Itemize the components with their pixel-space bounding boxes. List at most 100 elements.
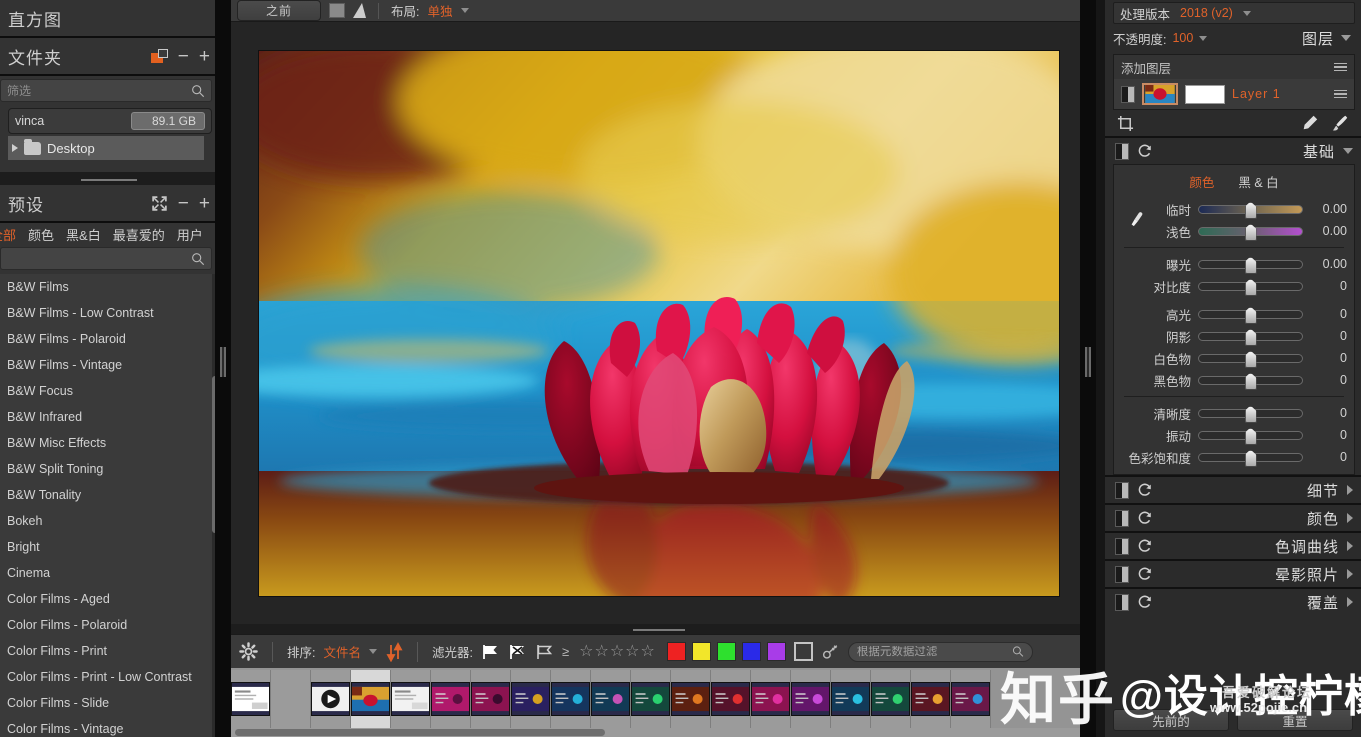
chevron-left-icon[interactable] (1347, 513, 1353, 523)
star-icon[interactable]: ☆ (625, 643, 639, 660)
star-icon[interactable]: ☆ (610, 643, 624, 660)
chevron-down-icon[interactable] (369, 649, 377, 654)
grid-view-icon[interactable] (127, 196, 141, 210)
slider-track[interactable] (1198, 201, 1303, 219)
slider-track[interactable] (1198, 449, 1303, 467)
gear-icon[interactable] (239, 642, 258, 661)
halftone-icon[interactable] (1121, 85, 1135, 103)
preset-search-input[interactable] (7, 251, 191, 266)
folder-filter-field[interactable] (0, 79, 212, 102)
preset-tab-2[interactable]: 黑&白 (66, 225, 101, 244)
mask-icon[interactable] (1185, 84, 1225, 104)
collapsed-panel-1[interactable]: 颜色 (1105, 503, 1361, 531)
list-item[interactable]: B&W Films - Vintage (0, 352, 218, 378)
folder-filter-input[interactable] (7, 83, 191, 98)
filmstrip-item[interactable] (511, 670, 551, 728)
reset-icon[interactable] (1137, 538, 1153, 554)
enable-toggle-icon[interactable] (1115, 142, 1129, 160)
filmstrip-item[interactable] (951, 670, 991, 728)
collection-icon[interactable] (150, 49, 168, 63)
slider-value[interactable]: 0 (1303, 307, 1347, 321)
key-icon[interactable] (821, 643, 840, 661)
layer-thumbnail[interactable] (1142, 83, 1178, 105)
slider-knob[interactable] (1244, 256, 1257, 274)
slider-value[interactable]: 0 (1303, 279, 1347, 293)
hamburger-icon[interactable] (1334, 89, 1347, 99)
slider-value[interactable]: 0 (1303, 351, 1347, 365)
slider-track[interactable] (1198, 256, 1303, 274)
rating-stars[interactable]: ☆ ☆ ☆ ☆ ☆ (579, 643, 655, 660)
presets-add-button[interactable]: + (199, 194, 210, 213)
slider-knob[interactable] (1244, 328, 1257, 346)
filmstrip-item[interactable] (751, 670, 791, 728)
list-item[interactable]: B&W Misc Effects (0, 430, 218, 456)
list-item[interactable]: B&W Focus (0, 378, 218, 404)
chevron-down-icon[interactable] (1341, 35, 1351, 41)
slider-value[interactable]: 0.00 (1303, 257, 1347, 271)
histogram-panel-header[interactable]: 直方图 (0, 0, 218, 36)
star-icon[interactable]: ☆ (579, 643, 593, 660)
sort-arrows-icon[interactable] (385, 641, 403, 662)
slider-track[interactable] (1198, 405, 1303, 423)
folder-item-desktop[interactable]: Desktop (8, 136, 204, 160)
filmstrip[interactable] (231, 668, 1087, 728)
list-item[interactable]: Color Films - Polaroid (0, 612, 218, 638)
collapsed-panel-0[interactable]: 细节 (1105, 475, 1361, 503)
filmstrip-item[interactable] (871, 670, 911, 728)
slider-knob[interactable] (1244, 201, 1257, 219)
filmstrip-resize-grip[interactable] (231, 624, 1087, 634)
presets-collapse-button[interactable]: − (178, 194, 189, 213)
sort-value[interactable]: 文件名 (323, 642, 361, 661)
slider-value[interactable]: 0 (1303, 329, 1347, 343)
slider-track[interactable] (1198, 427, 1303, 445)
slider-track[interactable] (1198, 223, 1303, 241)
enable-toggle-icon[interactable] (1115, 565, 1129, 583)
hamburger-icon[interactable] (1334, 62, 1347, 72)
chevron-left-icon[interactable] (1347, 569, 1353, 579)
chevron-left-icon[interactable] (1347, 541, 1353, 551)
slider-knob[interactable] (1244, 278, 1257, 296)
layer-name[interactable]: Layer 1 (1232, 87, 1281, 101)
collapse-all-button[interactable]: − (178, 47, 189, 66)
filmstrip-item[interactable] (231, 670, 271, 728)
slider-track[interactable] (1198, 372, 1303, 390)
slider-knob[interactable] (1244, 306, 1257, 324)
background-color-swatch[interactable] (329, 3, 346, 18)
previous-button[interactable]: 先前的 (1113, 709, 1229, 731)
chevron-right-icon[interactable] (12, 144, 18, 152)
filmstrip-item[interactable] (711, 670, 751, 728)
photo-stage[interactable] (231, 22, 1087, 624)
left-splitter[interactable] (215, 0, 231, 737)
chevron-left-icon[interactable] (1347, 597, 1353, 607)
color-swatch-3[interactable] (741, 642, 761, 661)
list-item[interactable]: Color Films - Print (0, 638, 218, 664)
filmstrip-item[interactable] (591, 670, 631, 728)
preset-tab-0[interactable]: 全部 (0, 225, 16, 244)
chevron-down-icon[interactable] (460, 8, 469, 13)
filmstrip-item[interactable] (671, 670, 711, 728)
star-icon[interactable]: ☆ (594, 643, 608, 660)
slider-knob[interactable] (1244, 350, 1257, 368)
presets-panel-header[interactable]: 预设 − + (0, 185, 218, 221)
mode-tab-0[interactable]: 颜色 (1189, 172, 1214, 191)
slider-knob[interactable] (1244, 449, 1257, 467)
flag-rejected-icon[interactable] (508, 644, 527, 660)
filmstrip-scrollbar[interactable] (231, 728, 1087, 737)
chevron-left-icon[interactable] (1347, 485, 1353, 495)
list-item[interactable]: Cinema (0, 560, 218, 586)
slider-track[interactable] (1198, 350, 1303, 368)
right-splitter[interactable] (1080, 0, 1096, 737)
filmstrip-item[interactable] (551, 670, 591, 728)
slider-knob[interactable] (1244, 427, 1257, 445)
filmstrip-item[interactable] (791, 670, 831, 728)
color-swatch-2[interactable] (716, 642, 736, 661)
process-version-row[interactable]: 处理版本 2018 (v2) (1113, 2, 1355, 24)
slider-track[interactable] (1198, 328, 1303, 346)
list-item[interactable]: Color Films - Aged (0, 586, 218, 612)
eyedropper-icon[interactable] (1127, 211, 1146, 230)
filmstrip-item[interactable] (311, 670, 351, 728)
reset-icon[interactable] (1137, 566, 1153, 582)
flag-picked-icon[interactable] (481, 644, 500, 660)
slider-knob[interactable] (1244, 223, 1257, 241)
flag-unflagged-icon[interactable] (535, 644, 554, 660)
